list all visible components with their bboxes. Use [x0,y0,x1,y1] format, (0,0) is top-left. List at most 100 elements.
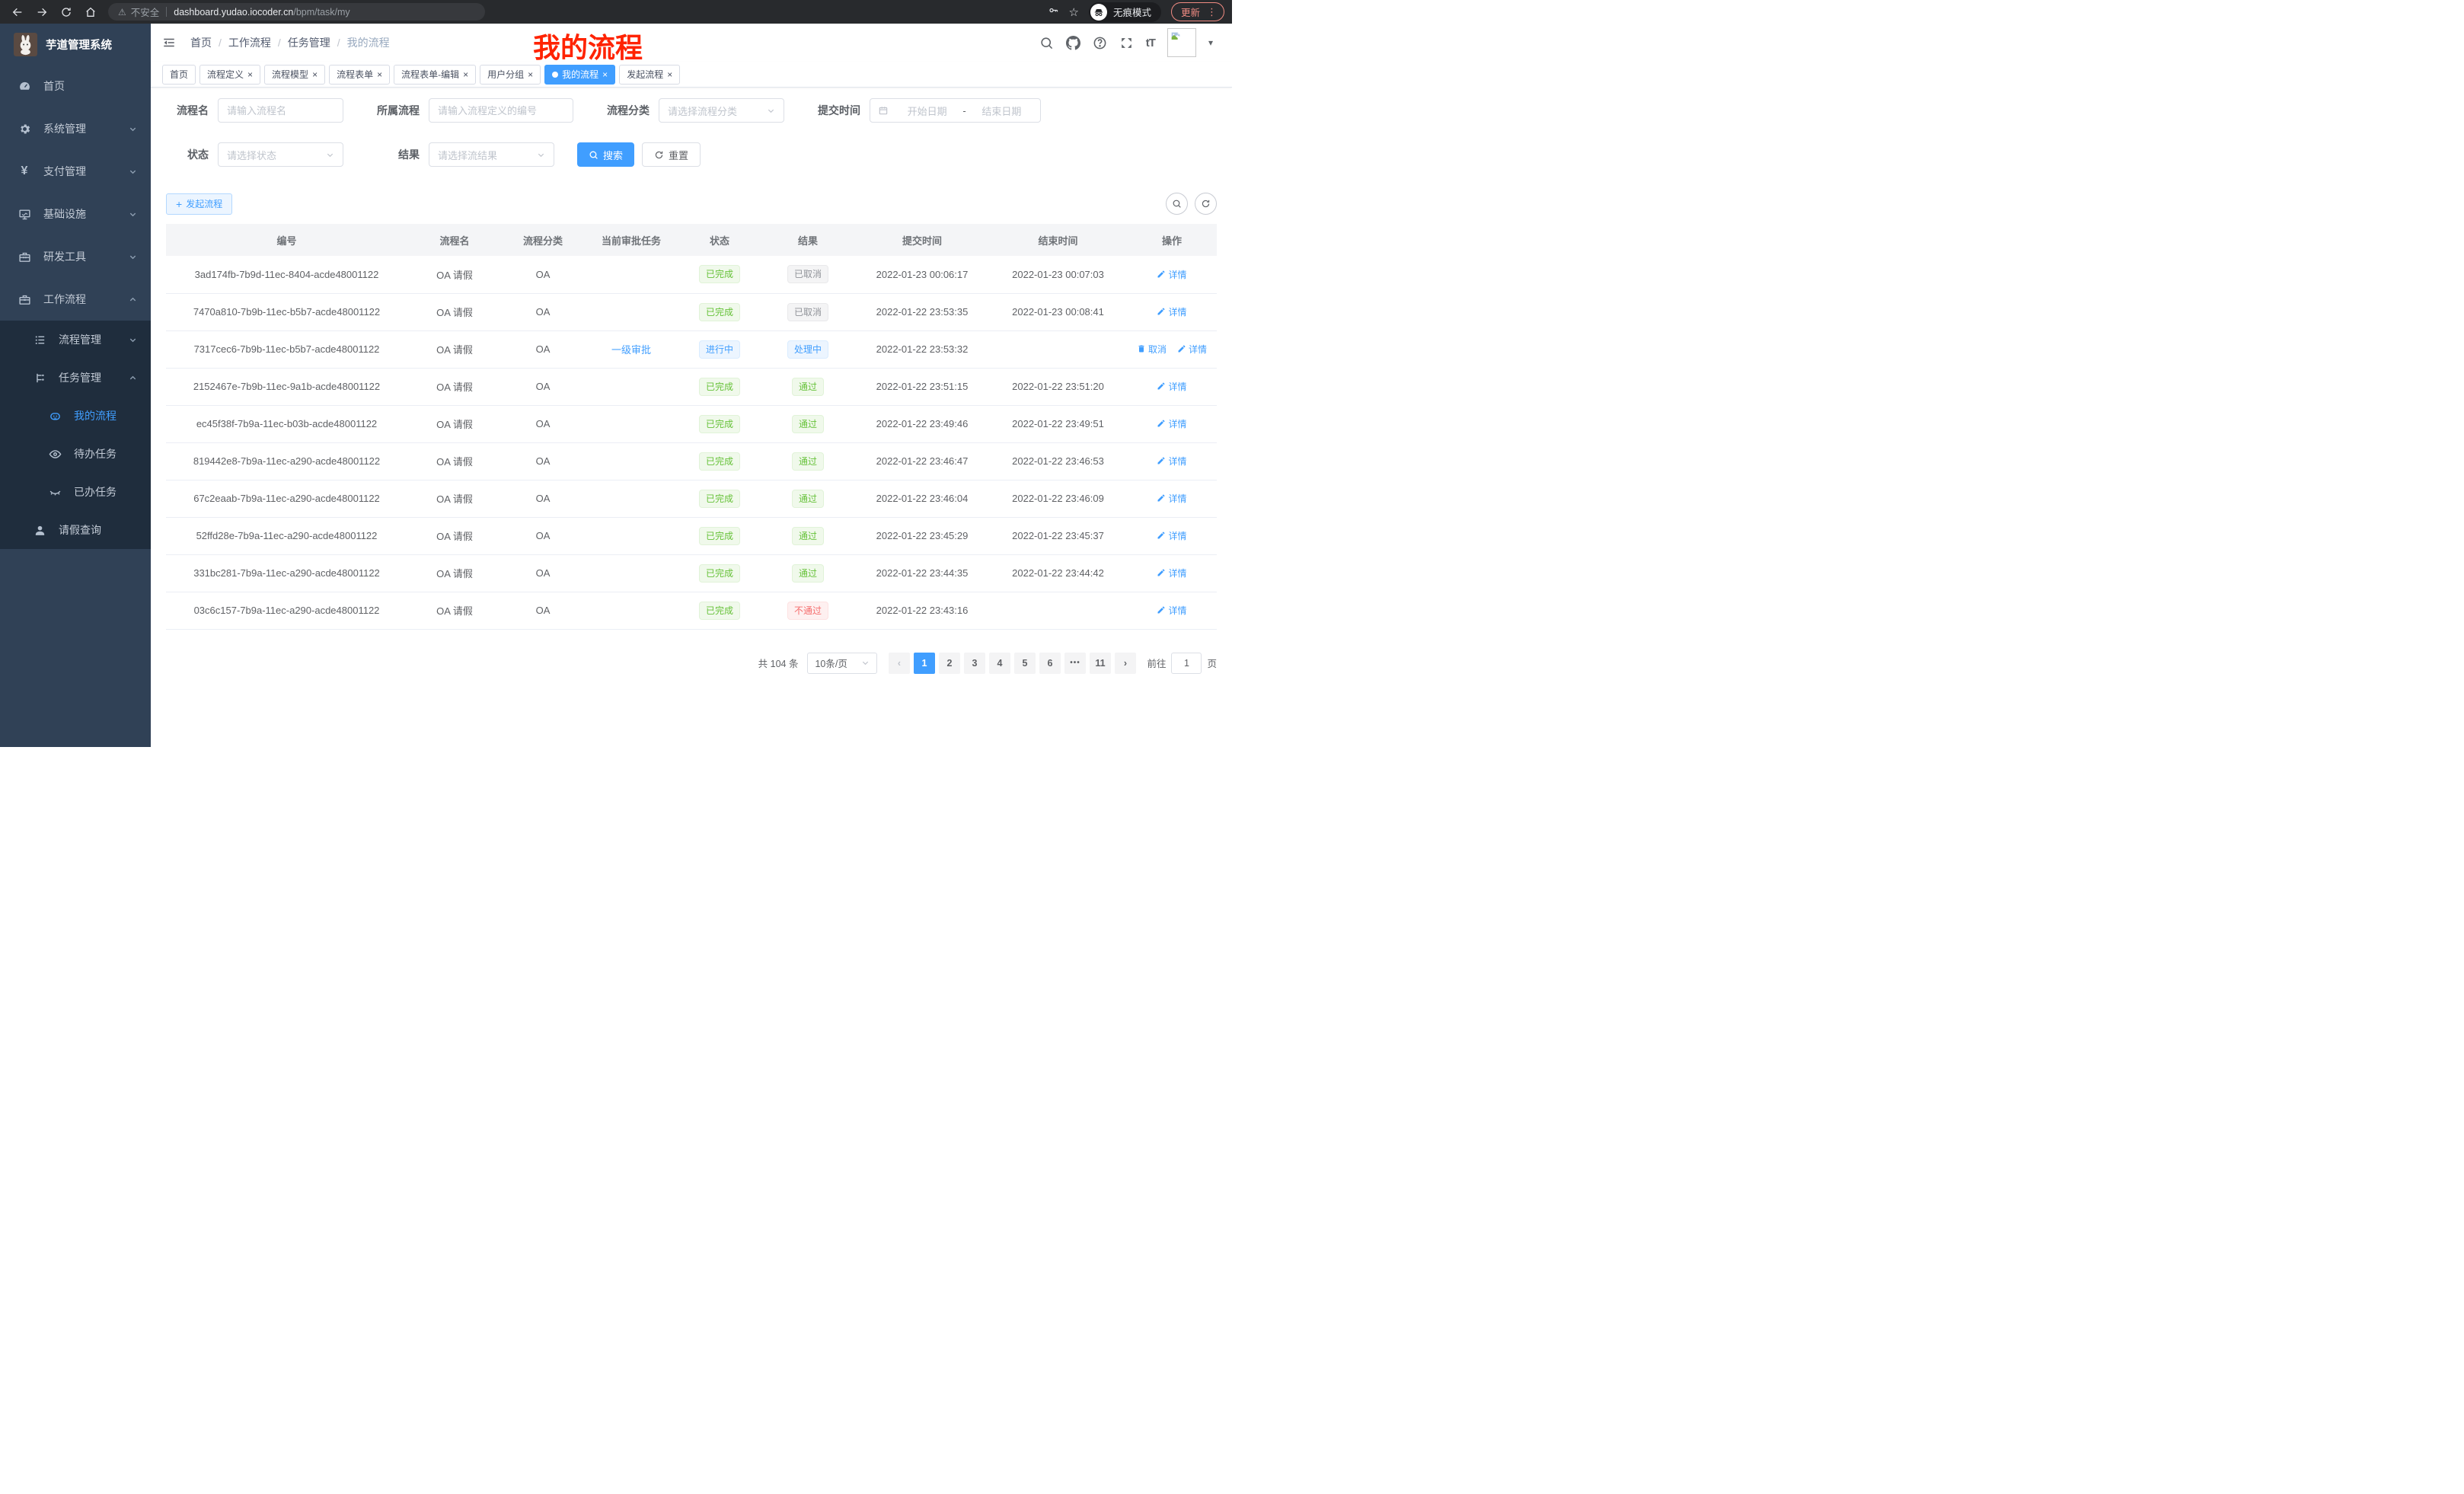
breadcrumb-workflow[interactable]: 工作流程 [228,35,271,50]
process-table: 编号 流程名 流程分类 当前审批任务 状态 结果 提交时间 结束时间 操作 3a… [166,224,1217,630]
sidebar-item-devtools[interactable]: 研发工具 [0,235,151,278]
breadcrumb-home[interactable]: 首页 [190,35,212,50]
sidebar-item-home[interactable]: 首页 [0,65,151,107]
app-logo-row: 芋道管理系统 [0,24,151,65]
sidebar-item-my-process[interactable]: 我的流程 [0,397,151,435]
tab-user-group[interactable]: 用户分组 × [480,65,541,85]
process-name-input[interactable] [218,98,343,123]
pager-next-button[interactable]: › [1115,653,1136,674]
tab-close-icon[interactable]: × [377,70,382,79]
pager-page-5[interactable]: 5 [1014,653,1036,674]
start-process-button[interactable]: + 发起流程 [166,193,232,215]
security-warning-icon[interactable]: ⚠ [118,7,126,18]
date-end-placeholder[interactable]: 结束日期 [971,104,1033,118]
tab-start-process[interactable]: 发起流程 × [619,65,680,85]
avatar[interactable] [1167,28,1196,57]
tab-process-form[interactable]: 流程表单 × [329,65,390,85]
sidebar-item-process-management[interactable]: 流程管理 [0,321,151,359]
tab-close-icon[interactable]: × [312,70,318,79]
date-start-placeholder[interactable]: 开始日期 [896,104,958,118]
sidebar-item-todo-tasks[interactable]: 待办任务 [0,435,151,473]
tab-close-icon[interactable]: × [528,70,533,79]
detail-button[interactable]: 详情 [1157,455,1186,468]
row-submit-time: 2022-01-23 00:06:17 [855,256,989,293]
tab-close-icon[interactable]: × [602,70,608,79]
detail-button[interactable]: 详情 [1157,529,1186,542]
goto-page-input[interactable] [1171,653,1202,674]
sidebar-collapse-icon[interactable] [162,34,179,51]
sidebar-item-workflow[interactable]: 工作流程 [0,278,151,321]
cancel-button[interactable]: 取消 [1137,343,1167,356]
sidebar-item-payment[interactable]: ¥ 支付管理 [0,150,151,193]
detail-button[interactable]: 详情 [1177,343,1207,356]
pager-ellipsis[interactable]: ••• [1064,653,1086,674]
sidebar-item-system[interactable]: 系统管理 [0,107,151,150]
tab-close-icon[interactable]: × [667,70,672,79]
result-select[interactable]: 请选择流结果 [429,142,554,167]
search-button[interactable]: 搜索 [577,142,634,167]
pager-page-6[interactable]: 6 [1039,653,1061,674]
search-icon[interactable] [1039,36,1054,50]
password-key-icon[interactable] [1048,5,1059,20]
detail-button[interactable]: 详情 [1157,417,1186,430]
detail-button[interactable]: 详情 [1157,567,1186,579]
github-icon[interactable] [1066,36,1080,50]
browser-menu-icon[interactable]: ⋮ [1207,6,1217,18]
row-current-task [584,368,678,405]
sidebar-item-task-management[interactable]: 任务管理 [0,359,151,397]
screen: ⚠ 不安全 dashboard.yudao.iocoder.cn/bpm/tas… [0,0,1232,747]
detail-button[interactable]: 详情 [1157,492,1186,505]
sidebar-item-infrastructure[interactable]: 基础设施 [0,193,151,235]
address-bar[interactable]: ⚠ 不安全 dashboard.yudao.iocoder.cn/bpm/tas… [108,3,485,21]
fullscreen-icon[interactable] [1119,36,1134,50]
tab-home[interactable]: 首页 [162,65,196,85]
reload-icon[interactable] [56,2,76,22]
font-size-icon[interactable]: tT [1146,37,1155,49]
status-select[interactable]: 请选择状态 [218,142,343,167]
tab-process-model[interactable]: 流程模型 × [264,65,325,85]
pager-page-3[interactable]: 3 [964,653,985,674]
browser-update-button[interactable]: 更新 ⋮ [1171,2,1224,21]
help-icon[interactable] [1093,36,1107,50]
pager-page-1[interactable]: 1 [914,653,935,674]
tab-process-definition[interactable]: 流程定义 × [199,65,260,85]
row-process-name: OA 请假 [407,293,502,330]
refresh-table-button[interactable] [1195,193,1217,215]
detail-button[interactable]: 详情 [1157,268,1186,281]
sidebar-item-leave-query[interactable]: 请假查询 [0,511,151,549]
parent-process-input[interactable] [429,98,573,123]
page-size-select[interactable]: 10条/页 [807,653,877,674]
detail-button[interactable]: 详情 [1157,305,1186,318]
breadcrumb-task-management[interactable]: 任务管理 [288,35,330,50]
sidebar-item-label: 任务管理 [59,370,101,385]
back-icon[interactable] [8,2,27,22]
current-task-link[interactable]: 一级审批 [611,344,651,356]
sidebar-item-done-tasks[interactable]: 已办任务 [0,473,151,511]
home-icon[interactable] [81,2,101,22]
row-actions: 详情 [1127,517,1217,554]
toggle-search-button[interactable] [1166,193,1188,215]
process-category-select[interactable]: 请选择流程分类 [659,98,784,123]
security-label[interactable]: 不安全 [131,5,160,19]
pager-prev-button[interactable]: ‹ [889,653,910,674]
tab-process-form-edit[interactable]: 流程表单-编辑 × [394,65,476,85]
pager-page-11[interactable]: 11 [1090,653,1111,674]
tab-close-icon[interactable]: × [247,70,253,79]
tab-my-process[interactable]: 我的流程 × [544,65,615,85]
detail-button[interactable]: 详情 [1157,380,1186,393]
forward-icon[interactable] [32,2,52,22]
tab-close-icon[interactable]: × [463,70,468,79]
pager-page-4[interactable]: 4 [989,653,1010,674]
pager-page-2[interactable]: 2 [939,653,960,674]
submit-time-range-picker[interactable]: 开始日期 - 结束日期 [870,98,1041,123]
result-badge: 已取消 [787,265,828,283]
bookmark-star-icon[interactable]: ☆ [1069,5,1079,19]
tab-label: 首页 [170,68,188,81]
status-badge-cell: 已完成 [678,368,761,405]
tab-label: 流程模型 [272,68,308,81]
reset-button[interactable]: 重置 [642,142,701,167]
avatar-caret-icon[interactable]: ▾ [1208,37,1213,48]
column-header-process-name: 流程名 [407,224,502,256]
detail-button[interactable]: 详情 [1157,604,1186,617]
incognito-badge[interactable]: 无痕模式 [1089,2,1161,22]
